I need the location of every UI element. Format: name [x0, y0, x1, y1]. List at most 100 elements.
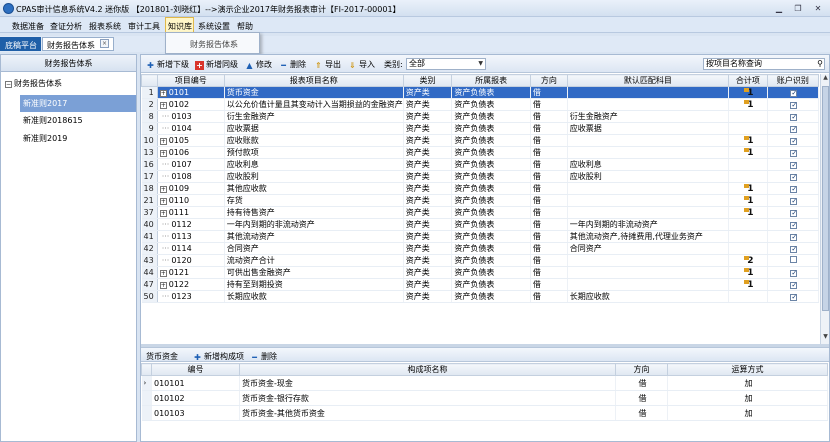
account-id-checkbox[interactable]: ✓ [790, 246, 798, 253]
component-row[interactable]: 010102 货币资金-银行存款借加 [141, 390, 828, 406]
table-row[interactable]: 41 ··· 0113 其他流动资产 资产类 资产负债表借其他流动资产,待摊费用,代理业务… [141, 230, 819, 243]
expand-icon[interactable]: + [159, 198, 167, 205]
col-header-comp-name[interactable]: 构成项名称 [239, 363, 616, 376]
row-number: 8 [141, 110, 158, 123]
cell-direction: 借 [530, 158, 568, 171]
table-row[interactable]: 9 ··· 0104 应收票据 资产类 资产负债表借应收票据 ✓ [141, 122, 819, 135]
menu-knowledge-base[interactable]: 知识库 [168, 21, 192, 32]
dropdown-item-financial-report-system[interactable]: 财务报告体系 [190, 39, 238, 50]
menu-report-system[interactable]: 报表系统 [89, 21, 121, 32]
scroll-thumb[interactable] [822, 86, 829, 311]
col-header-name[interactable]: 报表项目名称 [223, 74, 404, 87]
account-id-checkbox[interactable]: ✓ [790, 162, 798, 169]
menu-data-prep[interactable]: 数据准备 [12, 21, 44, 32]
component-row[interactable]: › 010101 货币资金-现金借加 [141, 375, 828, 391]
table-row[interactable]: 50 ··· 0123 长期应收款 资产类 资产负债表借长期应收款 ✓ [141, 290, 819, 303]
account-id-checkbox[interactable]: ✓ [790, 126, 798, 133]
tab-workpaper-platform[interactable]: 底稿平台 [0, 37, 41, 51]
cell-direction: 借 [530, 146, 568, 159]
account-id-checkbox[interactable]: ✓ [790, 270, 798, 277]
expand-icon[interactable]: + [159, 102, 167, 109]
menu-help[interactable]: 帮助 [237, 21, 253, 32]
add-component-button[interactable]: ✚ 新增构成项 [193, 351, 244, 362]
component-row[interactable]: 010103 货币资金-其他货币资金借加 [141, 405, 828, 421]
table-row[interactable]: 2 +0102 以公允价值计量且其变动计入当期损益的金融资产 资产类 资产负债表借 1 ✓ [141, 98, 819, 111]
delete-button[interactable]: ━ 删除 [279, 59, 306, 70]
close-icon[interactable]: ✕ [812, 3, 824, 14]
collapse-icon[interactable]: − [5, 81, 12, 88]
account-id-checkbox[interactable]: ✓ [790, 186, 798, 193]
col-header-account-id[interactable]: 账户识别 [766, 74, 819, 87]
add-child-button[interactable]: ✚ 新增下级 [146, 59, 189, 70]
account-id-checkbox[interactable]: ✓ [790, 138, 798, 145]
expand-icon[interactable]: + [159, 138, 167, 145]
restore-icon[interactable]: ❐ [792, 3, 804, 14]
col-header-comp-operation[interactable]: 运算方式 [667, 363, 828, 376]
minimize-icon[interactable]: ▁ [773, 3, 785, 14]
tab-close-icon[interactable]: × [100, 39, 109, 48]
edit-button[interactable]: ▲ 修改 [245, 59, 272, 70]
col-header-report[interactable]: 所属报表 [451, 74, 531, 87]
account-id-checkbox[interactable]: ✓ [790, 90, 798, 97]
category-select[interactable]: 全部 ▼ [406, 58, 486, 70]
cell-direction: 借 [530, 266, 568, 279]
delete-component-button[interactable]: ━ 删除 [250, 351, 277, 362]
expand-icon[interactable]: + [159, 186, 167, 193]
col-header-direction[interactable]: 方向 [529, 74, 568, 87]
col-header-total[interactable]: 合计项 [727, 74, 768, 87]
table-row[interactable]: 42 ··· 0114 合同资产 资产类 资产负债表借合同资产 ✓ [141, 242, 819, 255]
menu-audit-tools[interactable]: 审计工具 [128, 21, 160, 32]
row-number: 10 [141, 134, 158, 147]
table-row[interactable]: 21 +0110 存货 资产类 资产负债表借 1 ✓ [141, 194, 819, 207]
tree-root[interactable]: − 财务报告体系 [5, 78, 62, 89]
scroll-down-icon[interactable]: ▼ [821, 333, 830, 342]
table-row[interactable]: 1 +0101 货币资金 资产类 资产负债表借 1 ✓ [141, 86, 819, 99]
expand-icon[interactable]: + [159, 282, 167, 289]
account-id-checkbox[interactable]: ✓ [790, 198, 798, 205]
menu-analysis[interactable]: 查证分析 [50, 21, 82, 32]
table-row[interactable]: 43 ··· 0120 流动资产合计 资产类 资产负债表借 2 [141, 254, 819, 267]
expand-icon[interactable]: + [159, 90, 167, 97]
tree-node-2018615[interactable]: 新准则2018615 [20, 112, 136, 129]
account-id-checkbox[interactable]: ✓ [790, 114, 798, 121]
account-id-checkbox[interactable]: ✓ [790, 294, 798, 301]
table-row[interactable]: 47 +0122 持有至到期投资 资产类 资产负债表借 1 ✓ [141, 278, 819, 291]
table-row[interactable]: 40 ··· 0112 一年内到期的非流动资产 资产类 资产负债表借一年内到期的非流动资产… [141, 218, 819, 231]
account-id-checkbox[interactable]: ✓ [790, 174, 798, 181]
cell-account-id: ✓ [767, 278, 819, 291]
account-id-checkbox[interactable]: ✓ [790, 102, 798, 109]
expand-icon[interactable]: + [159, 210, 167, 217]
import-button[interactable]: ⇓ 导入 [348, 59, 375, 70]
table-row[interactable]: 18 +0109 其他应收款 资产类 资产负债表借 1 ✓ [141, 182, 819, 195]
menu-settings[interactable]: 系统设置 [198, 21, 230, 32]
table-row[interactable]: 13 +0106 预付款项 资产类 资产负债表借 1 ✓ [141, 146, 819, 159]
vertical-scrollbar[interactable]: ▲ ▼ [820, 74, 829, 344]
table-row[interactable]: 16 ··· 0107 应收利息 资产类 资产负债表借应收利息 ✓ [141, 158, 819, 171]
table-row[interactable]: 8 ··· 0103 衍生金融资产 资产类 资产负债表借衍生金融资产 ✓ [141, 110, 819, 123]
export-button[interactable]: ⇑ 导出 [314, 59, 341, 70]
col-header-comp-code[interactable]: 编号 [151, 363, 240, 376]
add-sibling-button[interactable]: + 新增同级 [195, 59, 238, 70]
table-row[interactable]: 17 ··· 0108 应收股利 资产类 资产负债表借应收股利 ✓ [141, 170, 819, 183]
account-id-checkbox[interactable]: ✓ [790, 150, 798, 157]
scroll-up-icon[interactable]: ▲ [821, 74, 830, 83]
col-header-category[interactable]: 类别 [402, 74, 453, 87]
expand-icon[interactable]: + [159, 270, 167, 277]
account-id-checkbox[interactable] [790, 256, 798, 263]
table-row[interactable]: 37 +0111 持有待售资产 资产类 资产负债表借 1 ✓ [141, 206, 819, 219]
tree-node-2019[interactable]: 新准则2019 [20, 130, 136, 147]
search-icon[interactable]: ⚲ [817, 59, 823, 69]
account-id-checkbox[interactable]: ✓ [790, 282, 798, 289]
tree-node-2017[interactable]: 新准则2017 [20, 95, 136, 112]
account-id-checkbox[interactable]: ✓ [790, 234, 798, 241]
account-id-checkbox[interactable]: ✓ [790, 222, 798, 229]
col-header-match-account[interactable]: 默认匹配科目 [566, 74, 729, 87]
cell-name: 其他流动资产 [224, 230, 404, 243]
col-header-comp-direction[interactable]: 方向 [615, 363, 668, 376]
table-row[interactable]: 44 +0121 可供出售金融资产 资产类 资产负债表借 1 ✓ [141, 266, 819, 279]
search-input[interactable]: 按项目名称查询 ⚲ [703, 58, 825, 70]
expand-icon[interactable]: + [159, 150, 167, 157]
table-row[interactable]: 10 +0105 应收账款 资产类 资产负债表借 1 ✓ [141, 134, 819, 147]
account-id-checkbox[interactable]: ✓ [790, 210, 798, 217]
col-header-code[interactable]: 项目编号 [156, 74, 225, 87]
